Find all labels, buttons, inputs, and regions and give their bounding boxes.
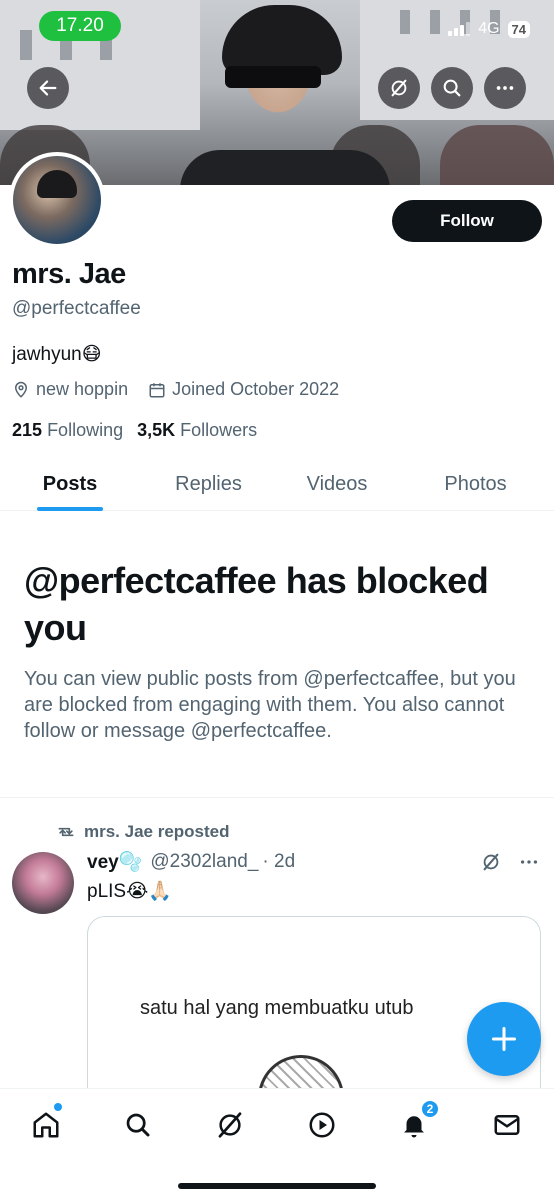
blocked-title: @perfectcaffee has blocked you <box>24 560 489 648</box>
post-actions <box>480 851 540 873</box>
grok-button[interactable] <box>378 67 420 109</box>
repost-icon <box>58 827 74 837</box>
post-text: pLIS😭🙏🏻 <box>87 881 172 902</box>
repost-indicator: mrs. Jae reposted <box>56 822 230 842</box>
blocked-description: You can view public posts from @perfectc… <box>24 668 516 742</box>
following-link[interactable]: 215 Following <box>12 420 123 441</box>
signal-icon <box>448 22 471 36</box>
home-unread-dot <box>54 1103 62 1111</box>
tab-videos[interactable]: Videos <box>277 457 397 511</box>
tab-photos[interactable]: Photos <box>397 457 554 511</box>
nav-video[interactable] <box>300 1105 344 1145</box>
network-label: 4G <box>478 20 500 37</box>
post-media[interactable]: satu hal yang membuatku utub <box>87 916 541 1116</box>
tab-posts[interactable]: Posts <box>0 457 140 511</box>
profile-bio: jawhyun😷 <box>12 344 102 365</box>
more-options-button[interactable] <box>484 67 526 109</box>
grok-icon <box>218 1112 242 1138</box>
grok-icon[interactable] <box>480 851 502 873</box>
profile-meta: new hoppin Joined October 2022 <box>12 379 359 400</box>
compose-button[interactable] <box>467 1002 541 1076</box>
profile-joined: Joined October 2022 <box>172 379 340 399</box>
home-indicator <box>178 1183 376 1189</box>
search-button[interactable] <box>431 67 473 109</box>
profile-location: new hoppin <box>36 379 129 399</box>
location-pin-icon <box>14 381 28 398</box>
search-icon <box>443 79 461 97</box>
back-button[interactable] <box>27 67 69 109</box>
post-author-name[interactable]: vey🫧 <box>87 850 142 874</box>
post-header: vey🫧 @2302land_ · 2d <box>87 850 295 874</box>
profile-handle: @perfectcaffee <box>12 298 141 319</box>
post-time: · 2d <box>262 851 296 872</box>
post-author-avatar[interactable] <box>12 852 74 914</box>
calendar-icon <box>149 382 165 397</box>
notifications-badge: 2 <box>420 1099 440 1119</box>
more-horizontal-icon <box>496 86 514 90</box>
status-indicators: 4G 74 <box>448 20 530 38</box>
grok-icon <box>391 79 407 97</box>
plus-icon <box>491 1026 517 1052</box>
search-icon <box>126 1113 150 1137</box>
follow-button[interactable]: Follow <box>392 200 542 242</box>
nav-messages[interactable] <box>485 1105 529 1145</box>
mail-icon <box>494 1115 520 1135</box>
nav-home[interactable] <box>24 1103 68 1145</box>
divider <box>0 797 554 798</box>
tab-replies[interactable]: Replies <box>140 457 277 511</box>
display-name: mrs. Jae <box>12 258 126 290</box>
media-caption: satu hal yang membuatku utub <box>140 997 414 1019</box>
profile-tabs: Posts Replies Videos Photos <box>0 457 554 511</box>
nav-search[interactable] <box>116 1105 160 1145</box>
followers-link[interactable]: 3,5K Followers <box>137 420 257 441</box>
nav-grok[interactable] <box>208 1105 252 1145</box>
follow-counts: 215 Following 3,5K Followers <box>12 420 257 441</box>
more-horizontal-icon[interactable] <box>518 851 540 873</box>
home-icon <box>33 1112 59 1138</box>
profile-avatar[interactable] <box>9 152 105 248</box>
repost-label: mrs. Jae reposted <box>84 822 230 841</box>
status-time: 17.20 <box>39 11 121 41</box>
post-author-handle[interactable]: @2302land_ <box>150 851 258 873</box>
battery-icon: 74 <box>507 20 530 38</box>
play-circle-icon <box>309 1112 335 1138</box>
nav-notifications[interactable]: 2 <box>392 1099 440 1145</box>
arrow-left-icon <box>39 80 57 96</box>
